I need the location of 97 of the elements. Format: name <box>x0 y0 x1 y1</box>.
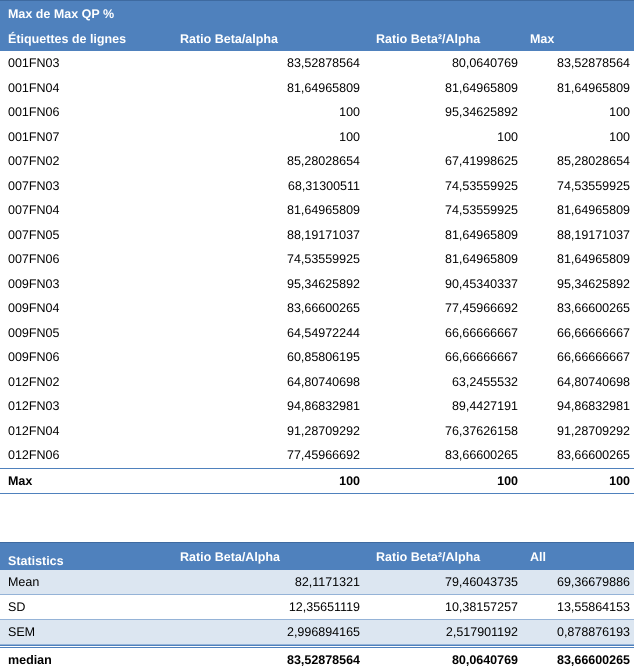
row-label: SEM <box>7 625 36 639</box>
table-cell-text: 66,66666667 <box>556 350 631 364</box>
row-label: 001FN04 <box>7 80 60 95</box>
table-cell-text: 95,34625892 <box>444 105 519 120</box>
row-label: 007FN03 <box>7 178 60 193</box>
table-cell-text: 10,38157257 <box>444 600 519 614</box>
table-cell-text: 90,45340337 <box>444 276 519 291</box>
table-cell-text: 81,64965809 <box>286 203 361 218</box>
table-cell-text: 94,86832981 <box>556 399 631 414</box>
table-cell-text: 74,53559925 <box>444 178 519 193</box>
row-label: 009FN03 <box>7 276 60 291</box>
column-header: Ratio Beta²/Alpha <box>375 550 482 564</box>
table-cell-text: 85,28028654 <box>556 154 631 168</box>
table-cell-text: 63,2455532 <box>450 374 519 389</box>
row-label: 009FN06 <box>7 350 60 364</box>
row-label: 007FN02 <box>7 154 60 168</box>
table-cell-text: 100 <box>338 130 361 144</box>
table-cell-text: 76,37626158 <box>444 424 519 438</box>
row-label: median <box>7 653 53 667</box>
column-header: All <box>529 550 547 564</box>
table-cell-text: 0,878876193 <box>556 625 631 639</box>
column-header: Statistics <box>7 554 65 570</box>
column-header: Ratio Beta/Alpha <box>179 550 282 564</box>
row-label: 007FN04 <box>7 203 60 218</box>
table-cell-text: 77,45966692 <box>286 448 361 462</box>
row-label: 001FN06 <box>7 105 60 120</box>
table-cell-text: 88,19171037 <box>556 228 631 242</box>
row-label: 012FN06 <box>7 448 60 462</box>
row-label: 012FN04 <box>7 424 60 438</box>
row-label: 012FN02 <box>7 374 60 389</box>
table-cell-text: 100 <box>496 474 519 488</box>
table-cell-text: 100 <box>338 105 361 120</box>
table-cell-text: 66,66666667 <box>444 326 519 340</box>
table-cell-text: 81,64965809 <box>444 252 519 266</box>
table-cell-text: 89,4427191 <box>450 399 519 414</box>
table-cell-text: 81,64965809 <box>556 252 631 266</box>
table-cell-text: 64,54972244 <box>286 326 361 340</box>
column-header: Max <box>529 32 556 46</box>
table-cell-text: 81,64965809 <box>556 203 631 218</box>
column-header: Étiquettes de lignes <box>7 32 128 46</box>
table-cell-text: 91,28709292 <box>556 424 631 438</box>
table-cell-text: 68,31300511 <box>286 178 361 193</box>
table-cell-text: 64,80740698 <box>556 374 631 389</box>
row-label: 007FN05 <box>7 228 60 242</box>
table-cell-text: 100 <box>608 474 631 488</box>
table-cell-text: 69,36679886 <box>556 575 631 589</box>
table-cell-text: 66,66666667 <box>444 350 519 364</box>
table-cell-text: 83,52878564 <box>556 56 631 70</box>
table-cell-text: 66,66666667 <box>556 326 631 340</box>
table-cell-text: 91,28709292 <box>286 424 361 438</box>
table-cell-text: 83,66600265 <box>444 448 519 462</box>
table-cell-text: 2,996894165 <box>286 625 361 639</box>
table-cell-text: 81,64965809 <box>444 80 519 95</box>
table-cell-text: 80,0640769 <box>450 56 519 70</box>
table-cell-text: 100 <box>608 105 631 120</box>
table-cell-text: 74,53559925 <box>286 252 361 266</box>
column-header: Ratio Beta/alpha <box>179 32 279 46</box>
table-cell-text: 95,34625892 <box>286 276 361 291</box>
table-cell-text: 79,46043735 <box>444 575 519 589</box>
table-cell-text: 100 <box>608 130 631 144</box>
table-cell-text: 13,55864153 <box>556 600 631 614</box>
table-cell-text: 67,41998625 <box>444 154 519 168</box>
table-cell-text: 83,66600265 <box>556 448 631 462</box>
row-label: 009FN04 <box>7 301 60 316</box>
table-cell-text: 74,53559925 <box>556 178 631 193</box>
row-label: 009FN05 <box>7 326 60 340</box>
table-cell-text: 80,0640769 <box>450 653 519 667</box>
table-cell-text: 77,45966692 <box>444 301 519 316</box>
table-cell-text: 81,64965809 <box>286 80 361 95</box>
table-cell-text: 64,80740698 <box>286 374 361 389</box>
row-label: 007FN06 <box>7 252 60 266</box>
table-cell-text: 2,517901192 <box>444 625 519 639</box>
table-cell-text: 100 <box>496 130 519 144</box>
row-label: 012FN03 <box>7 399 60 414</box>
table-cell-text: 88,19171037 <box>286 228 361 242</box>
table-cell-text: 100 <box>338 474 361 488</box>
table-cell-text: 60,85806195 <box>286 350 361 364</box>
row-label: 001FN07 <box>7 130 60 144</box>
table-cell-text: 83,52878564 <box>286 653 361 667</box>
column-header: Ratio Beta²/Alpha <box>375 32 482 46</box>
row-label: Max <box>7 474 34 488</box>
table-cell-text: 85,28028654 <box>286 154 361 168</box>
table-cell-text: 82,1171321 <box>294 575 361 589</box>
table-cell-text: 94,86832981 <box>286 399 361 414</box>
row-label: SD <box>7 600 26 614</box>
pivot-title: Max de Max QP % <box>7 7 116 21</box>
table-cell-text: 12,35651119 <box>288 600 361 614</box>
table-cell-text: 83,66600265 <box>286 301 361 316</box>
row-label: Mean <box>7 575 40 589</box>
table-cell-text: 95,34625892 <box>556 276 631 291</box>
row-label: 001FN03 <box>7 56 60 70</box>
table-cell-text: 83,66600265 <box>556 301 631 316</box>
table-cell-text: 83,52878564 <box>286 56 361 70</box>
table-cell-text: 81,64965809 <box>444 228 519 242</box>
table-cell-text: 74,53559925 <box>444 203 519 218</box>
table-cell-text: 81,64965809 <box>556 80 631 95</box>
table-cell-text: 83,66600265 <box>556 653 631 667</box>
